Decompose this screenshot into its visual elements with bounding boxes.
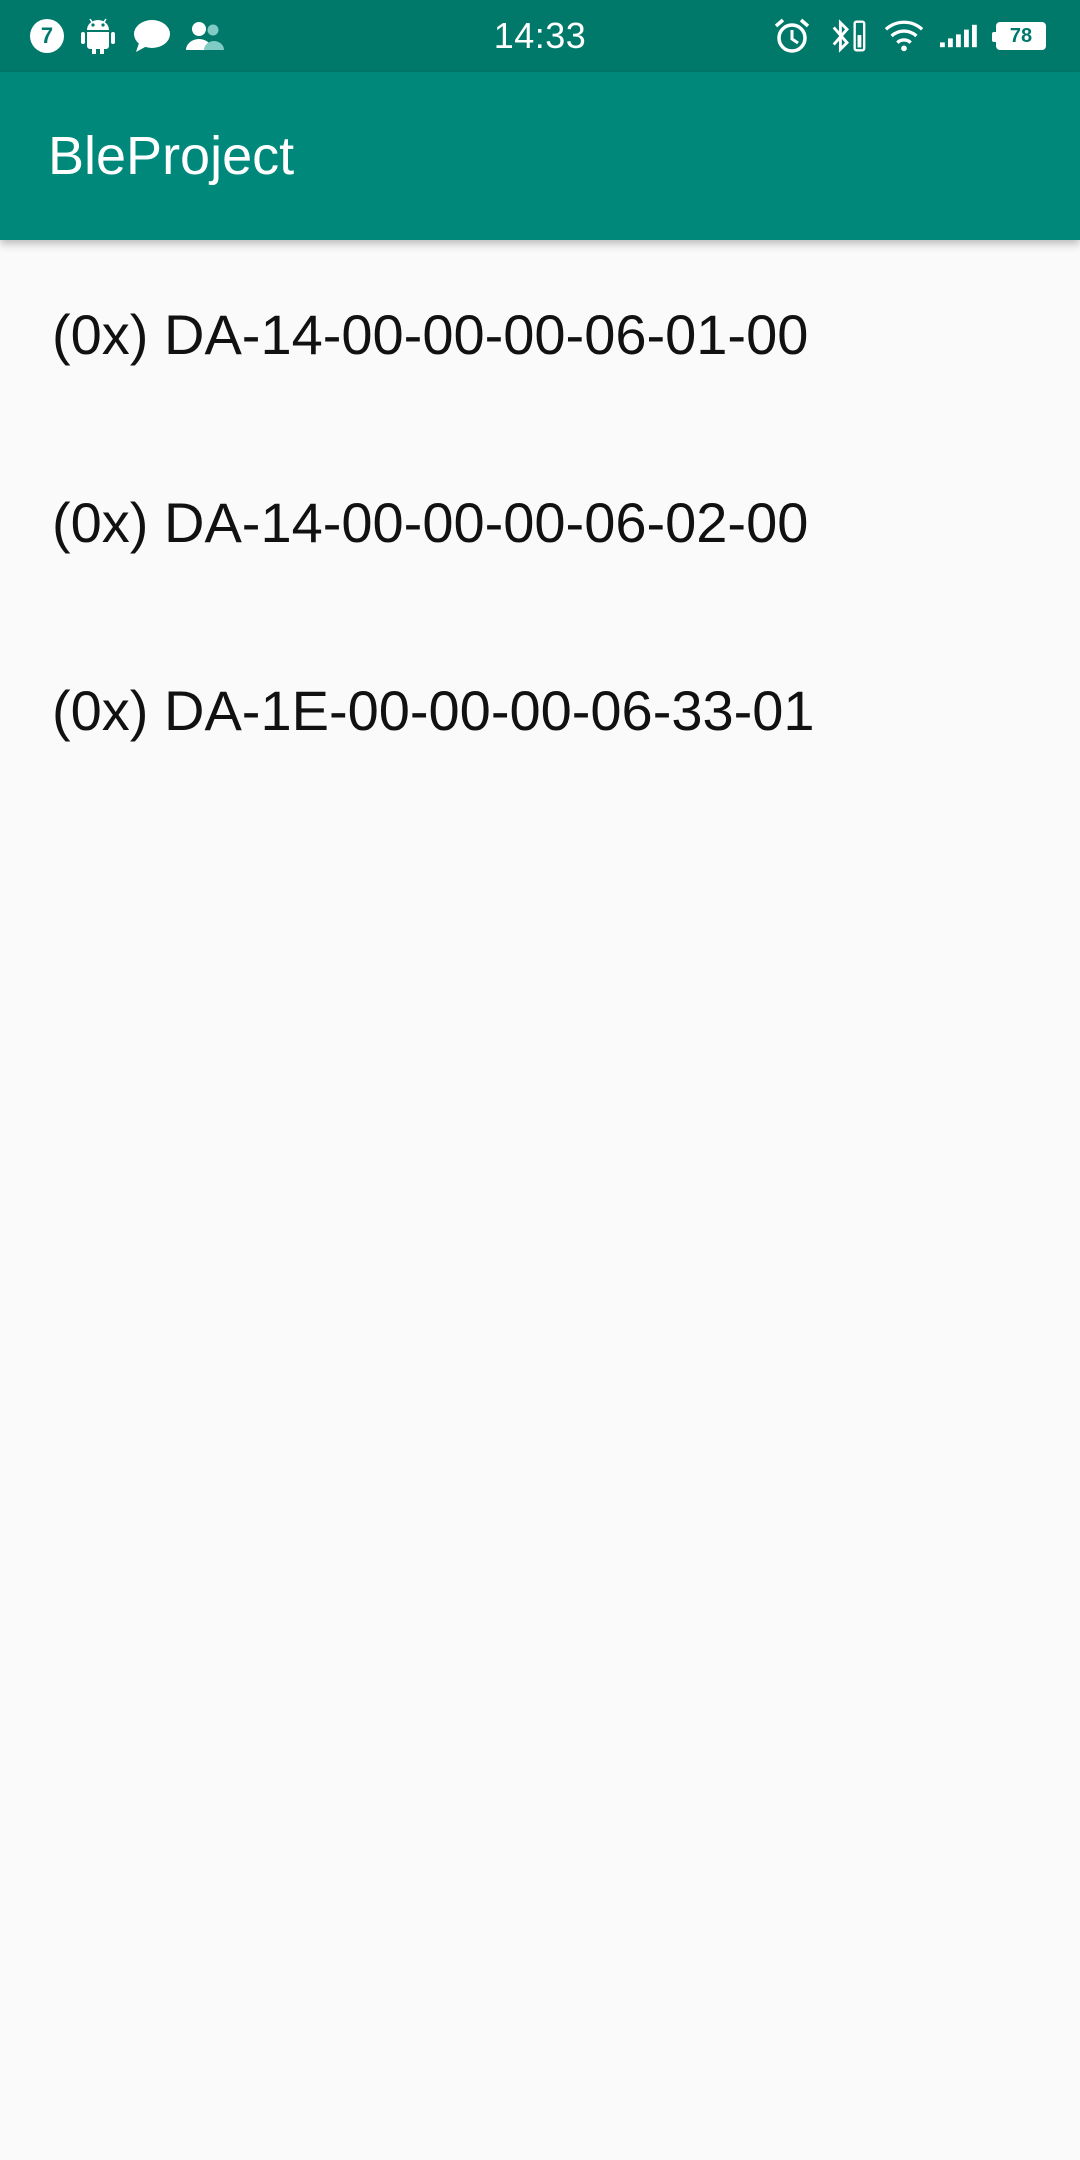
app-bar: BleProject <box>0 72 1080 240</box>
bluetooth-icon <box>828 16 868 56</box>
alarm-icon <box>772 16 812 56</box>
battery-icon: 78 <box>992 22 1046 50</box>
device-list: (0x) DA-14-00-00-00-06-01-00 (0x) DA-14-… <box>0 240 1080 804</box>
list-item-device-1[interactable]: (0x) DA-14-00-00-00-06-01-00 <box>0 240 1080 428</box>
wifi-icon <box>884 16 924 56</box>
device-label: (0x) DA-1E-00-00-00-06-33-01 <box>52 678 815 742</box>
status-right-icons: 78 <box>772 0 1046 72</box>
device-label: (0x) DA-14-00-00-00-06-02-00 <box>52 490 809 554</box>
status-bar: 7 14:33 78 <box>0 0 1080 72</box>
device-label: (0x) DA-14-00-00-00-06-01-00 <box>52 302 809 366</box>
battery-level: 78 <box>1009 24 1033 47</box>
list-item-device-3[interactable]: (0x) DA-1E-00-00-00-06-33-01 <box>0 616 1080 804</box>
signal-icon <box>940 16 980 56</box>
list-item-device-2[interactable]: (0x) DA-14-00-00-00-06-02-00 <box>0 428 1080 616</box>
page-title: BleProject <box>48 126 295 186</box>
